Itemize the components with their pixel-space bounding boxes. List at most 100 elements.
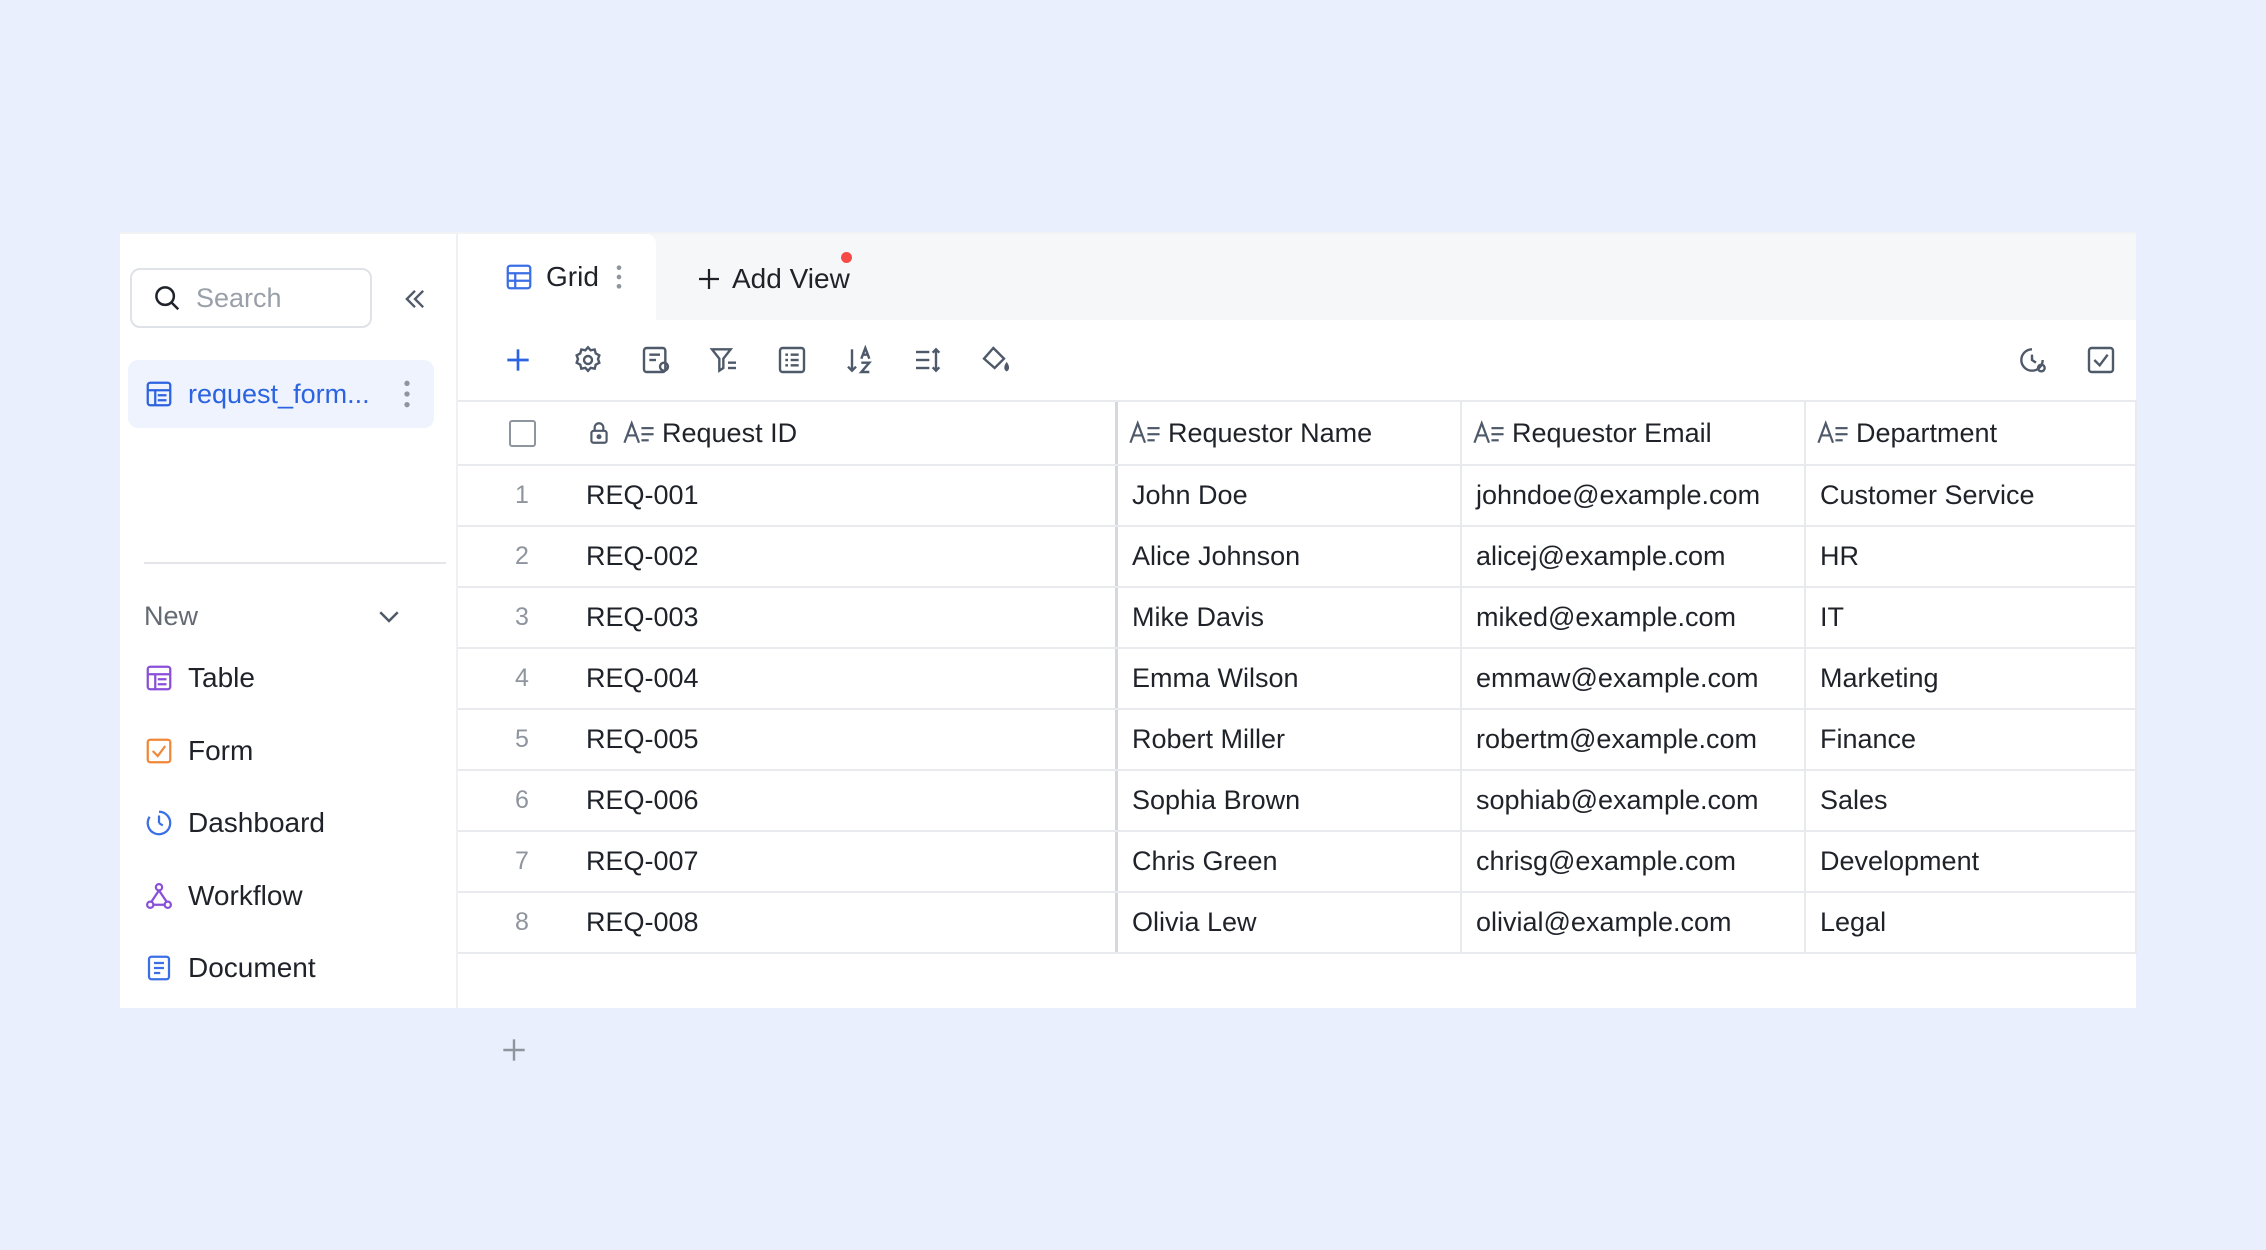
cell-department[interactable]: Customer Service — [1806, 466, 2137, 525]
cell-requestor-email[interactable]: olivial@example.com — [1462, 893, 1806, 952]
sidebar-item-request-form[interactable]: request_form... — [128, 360, 434, 428]
cell-department[interactable]: Legal — [1806, 893, 2137, 952]
cell-request-id[interactable]: REQ-007 — [586, 832, 1118, 891]
cell-request-id[interactable]: REQ-008 — [586, 893, 1118, 952]
list-icon — [778, 346, 806, 374]
cell-requestor-email[interactable]: robertm@example.com — [1462, 710, 1806, 769]
add-view-button[interactable]: Add View — [694, 254, 850, 304]
history-button[interactable] — [2012, 340, 2052, 380]
row-number: 8 — [515, 908, 529, 936]
cell-department[interactable]: Development — [1806, 832, 2137, 891]
new-item-label: Table — [188, 662, 255, 693]
grid-toolbar — [458, 320, 2136, 400]
checkbox-square-icon — [2087, 346, 2115, 374]
row-height-button[interactable] — [908, 340, 948, 380]
cell-requestor-email[interactable]: sophiab@example.com — [1462, 771, 1806, 830]
cell-department[interactable]: Sales — [1806, 771, 2137, 830]
table-row[interactable]: 6 REQ-006 Sophia Brown sophiab@example.com S… — [458, 771, 2137, 832]
table-row[interactable]: 7 REQ-007 Chris Green chrisg@example.com Dev… — [458, 832, 2137, 893]
text-field-icon — [1817, 420, 1848, 444]
row-number: 7 — [515, 847, 529, 875]
cell-department[interactable]: Finance — [1806, 710, 2137, 769]
cell-department[interactable]: IT — [1806, 588, 2137, 647]
cell-department[interactable]: Marketing — [1806, 649, 2137, 708]
cell-request-id[interactable]: REQ-004 — [586, 649, 1118, 708]
add-record-button[interactable] — [498, 340, 538, 380]
new-item-document[interactable]: Document — [144, 943, 434, 993]
table-row[interactable]: 3 REQ-003 Mike Davis miked@example.com IT — [458, 588, 2137, 649]
collapse-sidebar-button[interactable] — [398, 282, 432, 316]
notification-dot — [841, 252, 852, 263]
cell-request-id[interactable]: REQ-002 — [586, 527, 1118, 586]
sort-button[interactable] — [840, 340, 880, 380]
new-item-form[interactable]: Form — [144, 726, 434, 776]
filter-button[interactable] — [704, 340, 744, 380]
form-icon — [146, 738, 172, 764]
text-field-icon — [1129, 420, 1160, 444]
dashboard-icon — [146, 810, 172, 836]
cell-requestor-email[interactable]: chrisg@example.com — [1462, 832, 1806, 891]
sort-az-icon — [847, 344, 872, 374]
double-chevron-left-icon — [405, 290, 424, 308]
cell-requestor-name[interactable]: Robert Miller — [1118, 710, 1462, 769]
column-header-department[interactable]: Department — [1806, 402, 2137, 464]
table-row[interactable]: 1 REQ-001 John Doe johndoe@example.com Custo… — [458, 466, 2137, 527]
add-row-button[interactable] — [498, 1034, 530, 1071]
new-item-label: Dashboard — [188, 807, 325, 838]
row-number: 5 — [515, 725, 529, 753]
cell-request-id[interactable]: REQ-001 — [586, 466, 1118, 525]
cell-requestor-name[interactable]: Sophia Brown — [1118, 771, 1462, 830]
history-icon — [2020, 348, 2046, 373]
column-header-label: Department — [1856, 417, 1998, 448]
cell-requestor-email[interactable]: alicej@example.com — [1462, 527, 1806, 586]
search-icon — [155, 286, 180, 311]
new-item-workflow[interactable]: Workflow — [144, 871, 434, 921]
new-label: New — [144, 600, 199, 631]
cell-requestor-name[interactable]: Alice Johnson — [1118, 527, 1462, 586]
settings-button[interactable] — [568, 340, 608, 380]
table-row[interactable]: 8 REQ-008 Olivia Lew olivial@example.com Leg… — [458, 893, 2137, 954]
grid-icon — [506, 264, 532, 290]
main-panel: Grid Add View Request ID Requestor Name … — [458, 234, 2137, 1061]
more-vertical-icon[interactable] — [402, 378, 412, 410]
cell-requestor-name[interactable]: Olivia Lew — [1118, 893, 1462, 952]
task-button[interactable] — [2081, 340, 2121, 380]
cell-requestor-name[interactable]: John Doe — [1118, 466, 1462, 525]
cell-requestor-email[interactable]: miked@example.com — [1462, 588, 1806, 647]
cell-requestor-name[interactable]: Mike Davis — [1118, 588, 1462, 647]
cell-requestor-name[interactable]: Chris Green — [1118, 832, 1462, 891]
cell-request-id[interactable]: REQ-005 — [586, 710, 1118, 769]
tab-grid-label: Grid — [546, 261, 599, 292]
cell-department[interactable]: HR — [1806, 527, 2137, 586]
paint-bucket-icon — [982, 346, 1010, 372]
new-item-label: Workflow — [188, 880, 303, 911]
sidebar-item-table[interactable] — [144, 234, 434, 284]
table-row[interactable]: 2 REQ-002 Alice Johnson alicej@example.com H… — [458, 527, 2137, 588]
new-item-table[interactable]: Table — [144, 653, 434, 703]
more-vertical-icon[interactable] — [615, 263, 623, 291]
group-button[interactable] — [772, 340, 812, 380]
cell-requestor-name[interactable]: Emma Wilson — [1118, 649, 1462, 708]
cell-request-id[interactable]: REQ-003 — [586, 588, 1118, 647]
field-config-button[interactable] — [636, 340, 676, 380]
text-field-icon — [1473, 420, 1504, 444]
plus-icon — [503, 1039, 525, 1061]
new-item-dashboard[interactable]: Dashboard — [144, 798, 434, 848]
chevron-down-icon — [379, 611, 399, 623]
column-header-requestor-name[interactable]: Requestor Name — [1118, 402, 1462, 464]
tab-grid[interactable]: Grid — [458, 234, 656, 320]
select-all-cell — [458, 402, 586, 464]
new-dropdown[interactable]: New — [144, 594, 404, 638]
column-header-request-id[interactable]: Request ID — [586, 402, 1118, 464]
fill-color-button[interactable] — [976, 340, 1016, 380]
select-all-checkbox[interactable] — [508, 419, 536, 447]
cell-requestor-email[interactable]: emmaw@example.com — [1462, 649, 1806, 708]
table-row[interactable]: 4 REQ-004 Emma Wilson emmaw@example.com Mark… — [458, 649, 2137, 710]
column-header-requestor-email[interactable]: Requestor Email — [1462, 402, 1806, 464]
cell-requestor-email[interactable]: johndoe@example.com — [1462, 466, 1806, 525]
row-number: 3 — [515, 603, 529, 631]
column-header-label: Requestor Name — [1168, 417, 1373, 448]
cell-request-id[interactable]: REQ-006 — [586, 771, 1118, 830]
sidebar: Search request_form... New Table Form Da… — [120, 234, 458, 1008]
table-row[interactable]: 5 REQ-005 Robert Miller robertm@example.com… — [458, 710, 2137, 771]
